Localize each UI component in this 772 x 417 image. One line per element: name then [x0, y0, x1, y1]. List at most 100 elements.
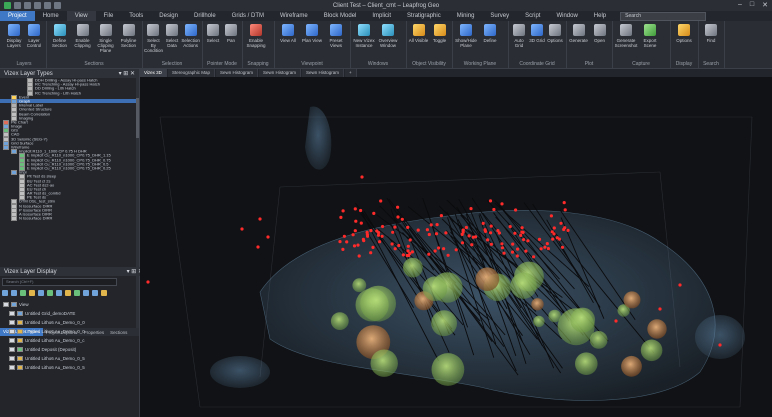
grade-shell[interactable] — [370, 349, 398, 377]
display-search-input[interactable]: Search (Ctrl+F) — [2, 278, 117, 286]
sample-point[interactable] — [454, 248, 458, 252]
orebody-shell-small[interactable] — [210, 356, 270, 388]
sample-point[interactable] — [488, 199, 493, 203]
sample-point[interactable] — [360, 175, 364, 179]
sample-point[interactable] — [410, 250, 414, 254]
display-layer-item[interactable]: Untitled Litho6 Au_Demo_0_0 — [0, 327, 139, 336]
sample-point[interactable] — [258, 217, 262, 221]
sample-point[interactable] — [502, 251, 506, 255]
sample-point[interactable] — [678, 283, 682, 287]
display-layer-item[interactable]: Untitled Litho6 Au_Demo_0_0 — [0, 318, 139, 327]
display-layer-item[interactable]: Untitled Litho6 Au_Demo_0_c — [0, 336, 139, 345]
3d-grid-button[interactable]: 3D Grid — [528, 24, 546, 43]
sample-point[interactable] — [365, 230, 369, 234]
sample-point[interactable] — [397, 243, 401, 248]
sample-point[interactable] — [393, 247, 397, 251]
sample-point[interactable] — [146, 280, 150, 284]
sample-point[interactable] — [442, 247, 446, 251]
close-button[interactable]: ✕ — [762, 1, 768, 9]
find-button[interactable]: Find — [700, 24, 722, 43]
menu-tab-home[interactable]: Home — [35, 13, 67, 19]
sample-point[interactable] — [658, 307, 662, 311]
show-hide-plane-button[interactable]: Show/Hide Plane — [454, 24, 478, 48]
sample-point[interactable] — [543, 245, 547, 249]
visibility-checkbox[interactable] — [9, 320, 15, 326]
display-layer-item[interactable]: Untitled Litho6 Au_Demo_0_5 — [0, 363, 139, 372]
options-button[interactable]: Options — [672, 24, 696, 43]
select-by-condition-button[interactable]: Select By Condition — [144, 24, 163, 53]
sample-point[interactable] — [470, 243, 474, 247]
plan-view-button[interactable]: Plan View — [300, 24, 324, 43]
remove-layer-icon[interactable] — [11, 289, 17, 296]
group-icon[interactable] — [74, 289, 80, 296]
sample-point[interactable] — [545, 242, 549, 246]
sample-point[interactable] — [510, 250, 515, 254]
grade-shell[interactable] — [589, 331, 608, 349]
sample-point[interactable] — [559, 221, 563, 225]
sample-point[interactable] — [489, 242, 493, 246]
sample-point[interactable] — [341, 247, 345, 251]
auto-grid-button[interactable]: Auto Grid — [510, 24, 528, 48]
sample-point[interactable] — [500, 242, 504, 246]
toggle-button[interactable]: Toggle — [429, 24, 450, 43]
menu-tab-tools[interactable]: Tools — [121, 13, 151, 19]
preset-views-button[interactable]: Preset Views — [324, 24, 348, 48]
sample-point[interactable] — [551, 237, 555, 241]
sample-point[interactable] — [718, 343, 722, 347]
sample-point[interactable] — [496, 229, 500, 233]
sample-point[interactable] — [467, 234, 471, 238]
display-layer-item[interactable]: Untitled Grid_demoDATE — [0, 309, 139, 318]
sample-point[interactable] — [339, 215, 343, 219]
grade-shell[interactable] — [431, 310, 457, 337]
enable-snapping-button[interactable]: Enable Snapping — [244, 24, 268, 48]
sample-point[interactable] — [566, 228, 570, 232]
sample-point[interactable] — [401, 253, 405, 257]
grade-shell[interactable] — [352, 278, 367, 293]
sample-point[interactable] — [508, 225, 512, 229]
sample-point[interactable] — [372, 211, 376, 215]
sample-point[interactable] — [366, 234, 370, 238]
sample-point[interactable] — [406, 249, 410, 253]
grade-shell[interactable] — [647, 319, 667, 339]
sample-point[interactable] — [500, 202, 504, 206]
view-all-button[interactable]: View All — [276, 24, 300, 43]
sample-point[interactable] — [435, 223, 439, 227]
sample-point[interactable] — [359, 208, 363, 213]
sample-point[interactable] — [446, 253, 450, 257]
layer-tree-item[interactable]: N Isosurface DIRR — [0, 216, 139, 222]
sample-point[interactable] — [460, 241, 465, 245]
grade-shell[interactable] — [575, 352, 598, 376]
sample-point[interactable] — [405, 253, 409, 258]
sample-point[interactable] — [513, 231, 517, 235]
menu-tab-block-model[interactable]: Block Model — [316, 13, 365, 19]
sample-point[interactable] — [396, 205, 400, 209]
sample-point[interactable] — [489, 231, 493, 235]
grade-shell[interactable] — [403, 257, 423, 278]
display-layer-item[interactable]: Untitled Deposit (Deposit) — [0, 345, 139, 354]
viewport-tab[interactable]: + — [345, 69, 357, 77]
overview-window-button[interactable]: Overview Window — [376, 24, 400, 48]
sample-point[interactable] — [342, 234, 346, 238]
sample-point[interactable] — [371, 245, 375, 249]
viewport-tab[interactable]: Sewn Histogram — [215, 69, 258, 77]
sample-point[interactable] — [354, 219, 358, 223]
define-section-button[interactable]: Define Section — [48, 24, 71, 48]
minimize-button[interactable]: – — [738, 1, 742, 9]
visibility-checkbox[interactable] — [9, 365, 15, 371]
grade-shell[interactable] — [330, 312, 349, 330]
sample-point[interactable] — [390, 242, 394, 246]
sample-point[interactable] — [537, 237, 542, 241]
sample-point[interactable] — [437, 246, 441, 250]
expand-icon[interactable] — [83, 289, 89, 296]
sample-point[interactable] — [519, 233, 523, 237]
menu-tab-drillhole[interactable]: Drillhole — [186, 13, 224, 19]
panel-pin-icon[interactable]: ▾ ⊞ ✕ — [119, 70, 135, 77]
menu-tab-project[interactable]: Project — [0, 11, 35, 21]
viewport-tab[interactable]: Stereographic Map — [167, 69, 215, 77]
sample-point[interactable] — [357, 254, 361, 258]
viewport-tab[interactable]: Vizex 3D — [140, 69, 167, 77]
move-up-icon[interactable] — [56, 289, 62, 296]
menu-tab-stratigraphic[interactable]: Stratigraphic — [399, 13, 449, 19]
menu-tab-help[interactable]: Help — [586, 13, 614, 19]
enable-clipping-button[interactable]: Enable Clipping — [71, 24, 94, 48]
